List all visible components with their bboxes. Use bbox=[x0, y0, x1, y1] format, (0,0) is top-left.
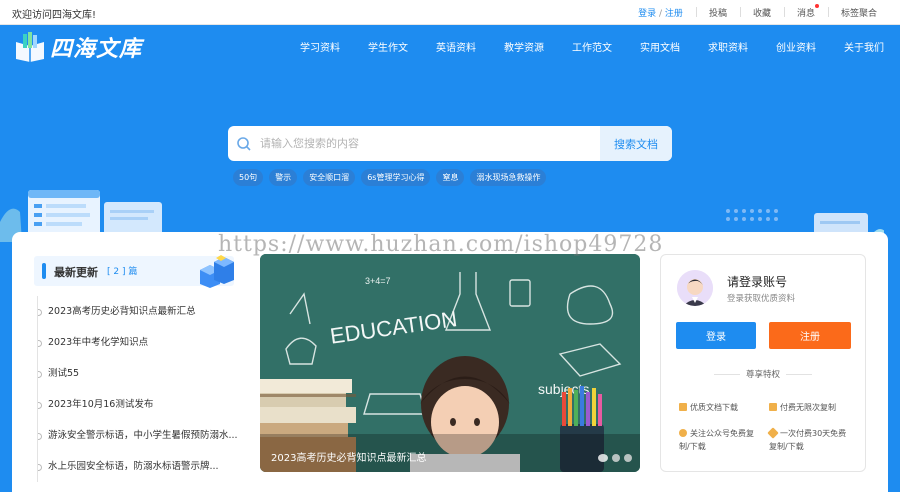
hot-tags: 50句 警示 安全顺口溜 6s管理学习心得 窒息 溺水现场急救操作 bbox=[233, 169, 552, 186]
favorites-link[interactable]: 收藏 bbox=[739, 6, 784, 19]
notification-dot bbox=[814, 4, 819, 8]
login-panel: 请登录账号 登录获取优质资料 登录 注册 尊享特权 优质文档下载 付费无限次复制… bbox=[660, 254, 866, 472]
tag-icon bbox=[767, 427, 779, 439]
banner-image: EDUCATION 3+4=7 subjects bbox=[260, 254, 640, 472]
carousel-indicators bbox=[594, 454, 632, 462]
copy-icon bbox=[769, 403, 777, 411]
privilege-item: 一次付费30天免费复制/下载 bbox=[767, 427, 853, 453]
tag-aggregation-link[interactable]: 标签聚合 bbox=[827, 6, 890, 19]
hot-tag[interactable]: 窒息 bbox=[436, 169, 465, 186]
book-logo-icon bbox=[14, 32, 46, 62]
nav-english[interactable]: 英语资料 bbox=[436, 39, 476, 54]
nav-job-materials[interactable]: 求职资料 bbox=[708, 39, 748, 54]
login-button[interactable]: 登录 bbox=[676, 322, 756, 349]
top-login-link[interactable]: 登录 bbox=[638, 9, 656, 19]
content-card: 最新更新 [ 2 ] 篇 2023高考历史必背知识点最新汇总 2023年中考化学… bbox=[12, 232, 888, 492]
cubes-icon bbox=[196, 252, 236, 291]
search-button[interactable]: 搜索文档 bbox=[600, 126, 672, 161]
privilege-label: 一次付费30天免费复制/下载 bbox=[769, 429, 847, 451]
avatar bbox=[677, 270, 713, 306]
main-nav: 学习资料 学生作文 英语资料 教学资源 工作范文 实用文档 求职资料 创业资料 … bbox=[272, 25, 884, 67]
separator: / bbox=[659, 9, 663, 19]
privilege-item: 关注公众号免费复制/下载 bbox=[679, 427, 763, 453]
nav-work-templates[interactable]: 工作范文 bbox=[572, 39, 612, 54]
contribute-link[interactable]: 投稿 bbox=[695, 6, 740, 19]
latest-updates-list: 2023高考历史必背知识点最新汇总 2023年中考化学知识点 测试55 2023… bbox=[37, 296, 238, 482]
watermark-text: https://www.huzhan.com/ishop49728 bbox=[218, 232, 664, 257]
latest-updates-header: 最新更新 [ 2 ] 篇 bbox=[34, 255, 234, 288]
privilege-label: 付费无限次复制 bbox=[780, 403, 836, 412]
list-item[interactable]: 游泳安全警示标语，中小学生暑假预防溺水... bbox=[38, 420, 238, 451]
welcome-text: 欢迎访问四海文库! bbox=[12, 10, 97, 21]
list-item[interactable]: 水上乐园安全标语，防溺水标语警示牌... bbox=[38, 451, 238, 482]
list-item[interactable]: 2023高考历史必背知识点最新汇总 bbox=[38, 296, 238, 327]
top-register-link[interactable]: 注册 bbox=[665, 9, 683, 19]
accent-bar bbox=[42, 263, 46, 279]
hot-tag[interactable]: 50句 bbox=[233, 169, 264, 186]
search-input[interactable] bbox=[260, 126, 600, 161]
privilege-item: 付费无限次复制 bbox=[769, 401, 836, 414]
logo-text: 四海文库 bbox=[50, 36, 143, 62]
login-register-links: 登录 / 注册 bbox=[625, 6, 696, 19]
list-item[interactable]: 2023年10月16测试发布 bbox=[38, 389, 238, 420]
carousel-banner[interactable]: EDUCATION 3+4=7 subjects 2023高考历史必背知识点最新… bbox=[260, 254, 640, 472]
register-button[interactable]: 注册 bbox=[769, 322, 851, 349]
carousel-dot[interactable] bbox=[598, 454, 608, 462]
privileges-title-text: 尊享特权 bbox=[745, 370, 780, 380]
wechat-icon bbox=[679, 429, 687, 437]
hot-tag[interactable]: 6s管理学习心得 bbox=[361, 169, 431, 186]
latest-updates-title: 最新更新 bbox=[54, 266, 98, 279]
nav-student-essays[interactable]: 学生作文 bbox=[368, 39, 408, 54]
privilege-label: 优质文档下载 bbox=[690, 403, 738, 412]
messages-link[interactable]: 消息 bbox=[783, 4, 828, 19]
login-title: 请登录账号 bbox=[727, 275, 788, 289]
list-item[interactable]: 2023年中考化学知识点 bbox=[38, 327, 238, 358]
messages-label: 消息 bbox=[796, 9, 815, 19]
search-bar: 搜索文档 bbox=[228, 126, 672, 161]
hot-tag[interactable]: 安全顺口溜 bbox=[303, 169, 356, 186]
top-bar: 欢迎访问四海文库! 登录 / 注册 投稿 收藏 消息 标签聚合 bbox=[0, 0, 900, 25]
carousel-dot[interactable] bbox=[612, 454, 620, 462]
nav-study-materials[interactable]: 学习资料 bbox=[300, 39, 340, 54]
nav-teaching-resources[interactable]: 教学资源 bbox=[504, 39, 544, 54]
top-links: 登录 / 注册 投稿 收藏 消息 标签聚合 bbox=[625, 0, 890, 25]
banner-caption[interactable]: 2023高考历史必背知识点最新汇总 bbox=[271, 449, 426, 464]
privileges-title: 尊享特权 bbox=[661, 368, 865, 380]
search-icon bbox=[228, 126, 260, 161]
hot-tag[interactable]: 溺水现场急救操作 bbox=[470, 169, 547, 186]
nav-about-us[interactable]: 关于我们 bbox=[844, 39, 884, 54]
nav-practical-docs[interactable]: 实用文档 bbox=[640, 39, 680, 54]
hot-tag[interactable]: 警示 bbox=[269, 169, 298, 186]
download-icon bbox=[679, 403, 687, 411]
privilege-label: 关注公众号免费复制/下载 bbox=[679, 429, 754, 451]
list-item[interactable]: 测试55 bbox=[38, 358, 238, 389]
header: 四海文库 学习资料 学生作文 英语资料 教学资源 工作范文 实用文档 求职资料 … bbox=[0, 25, 900, 67]
hero-section: 搜索文档 50句 警示 安全顺口溜 6s管理学习心得 窒息 溺水现场急救操作 bbox=[0, 67, 900, 247]
privilege-item: 优质文档下载 bbox=[679, 401, 738, 414]
latest-updates-count: [ 2 ] 篇 bbox=[107, 267, 138, 277]
login-subtitle: 登录获取优质资料 bbox=[727, 294, 796, 304]
board-formula: 3+4=7 bbox=[365, 276, 391, 286]
nav-startup-materials[interactable]: 创业资料 bbox=[776, 39, 816, 54]
logo[interactable]: 四海文库 bbox=[14, 31, 142, 63]
carousel-dot[interactable] bbox=[624, 454, 632, 462]
